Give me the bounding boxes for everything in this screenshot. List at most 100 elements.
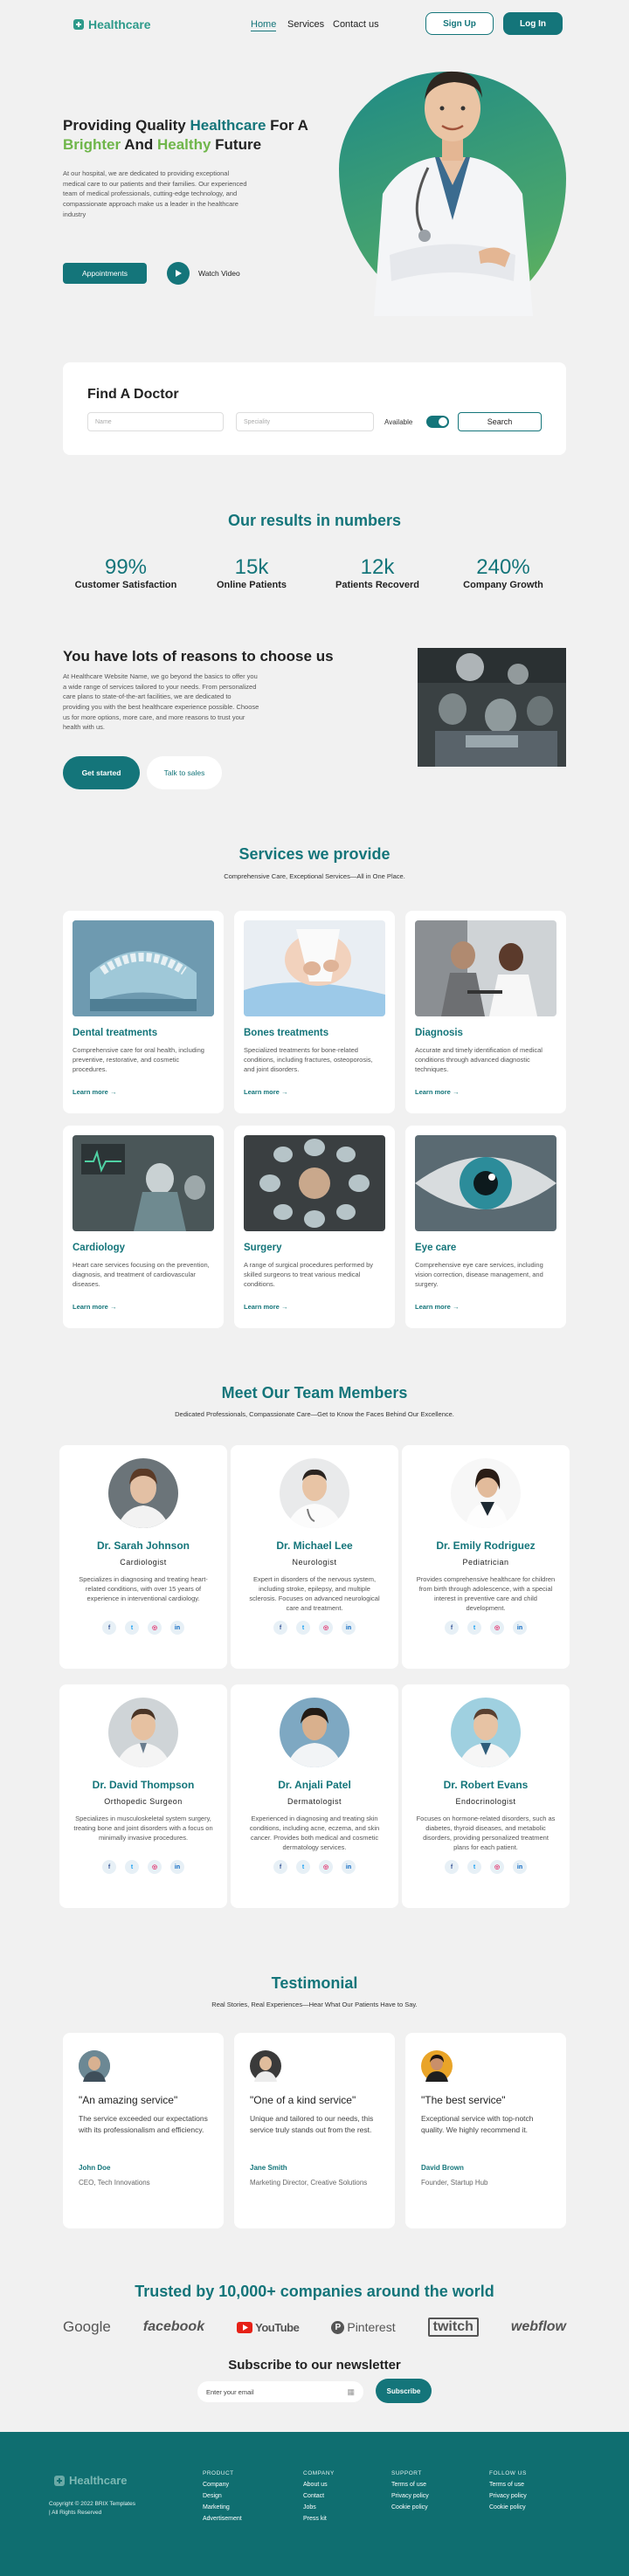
hero-title: Providing Quality Healthcare For A Brigh… (63, 117, 308, 154)
learn-more-link[interactable]: Learn more → (73, 1303, 214, 1311)
service-card-surgery[interactable]: Surgery A range of surgical procedures p… (234, 1126, 395, 1328)
avatar (421, 2050, 453, 2082)
linkedin-icon[interactable]: in (342, 1621, 356, 1635)
watch-video-button[interactable]: Watch Video (167, 262, 240, 285)
twitter-icon[interactable]: t (296, 1621, 310, 1635)
linkedin-icon[interactable]: in (170, 1860, 184, 1874)
footer-link[interactable]: Privacy policy (391, 2493, 429, 2499)
footer-link[interactable]: Terms of use (391, 2482, 429, 2488)
footer-link[interactable]: Terms of use (489, 2482, 527, 2488)
testimonial-name: John Doe (79, 2164, 111, 2172)
team-card-david-thompson: Dr. David Thompson Orthopedic Surgeon Sp… (59, 1684, 227, 1908)
service-card-diagnosis[interactable]: Diagnosis Accurate and timely identifica… (405, 911, 566, 1113)
newsletter-email-input[interactable]: Enter your email ▦ (197, 2381, 363, 2402)
instagram-icon[interactable]: ◎ (148, 1621, 162, 1635)
available-toggle[interactable] (426, 416, 449, 428)
twitter-icon[interactable]: t (125, 1621, 139, 1635)
testimonial-quote: "The best service" (421, 2094, 506, 2106)
footer-link[interactable]: Cookie policy (489, 2504, 527, 2511)
arrow-right-icon: → (109, 1088, 117, 1096)
team-card-emily-rodriguez: Dr. Emily Rodriguez Pediatrician Provide… (402, 1445, 570, 1669)
footer-logo[interactable]: Healthcare (54, 2474, 127, 2487)
linkedin-icon[interactable]: in (342, 1860, 356, 1874)
testimonial-card: "An amazing service" The service exceede… (63, 2033, 224, 2228)
doctor-name-input[interactable]: Name (87, 412, 224, 431)
service-card-dental[interactable]: Dental treatments Comprehensive care for… (63, 911, 224, 1113)
footer-link[interactable]: Jobs (303, 2504, 335, 2511)
learn-more-link[interactable]: Learn more → (415, 1303, 556, 1311)
footer-logo-icon (54, 2475, 65, 2486)
subscribe-button[interactable]: Subscribe (376, 2379, 432, 2403)
member-name: Dr. Anjali Patel (278, 1779, 351, 1791)
search-button[interactable]: Search (458, 412, 542, 431)
surgery-image (244, 1135, 385, 1231)
facebook-icon[interactable]: f (445, 1621, 459, 1635)
instagram-icon[interactable]: ◎ (319, 1860, 333, 1874)
member-role: Orthopedic Surgeon (104, 1797, 183, 1806)
cardiology-image (73, 1135, 214, 1231)
nav-contact[interactable]: Contact us (333, 19, 379, 30)
linkedin-icon[interactable]: in (513, 1621, 527, 1635)
testimonial-body: The service exceeded our expectations wi… (79, 2114, 208, 2134)
appointments-button[interactable]: Appointments (63, 263, 147, 284)
learn-more-link[interactable]: Learn more → (244, 1088, 385, 1096)
twitter-icon[interactable]: t (467, 1860, 481, 1874)
member-role: Neurologist (292, 1558, 337, 1567)
facebook-icon[interactable]: f (102, 1860, 116, 1874)
nav-home[interactable]: Home (251, 19, 277, 31)
service-card-bones[interactable]: Bones treatments Specialized treatments … (234, 911, 395, 1113)
learn-more-link[interactable]: Learn more → (73, 1088, 214, 1096)
footer-link[interactable]: Contact (303, 2493, 335, 2499)
instagram-icon[interactable]: ◎ (148, 1860, 162, 1874)
footer-link[interactable]: Privacy policy (489, 2493, 527, 2499)
linkedin-icon[interactable]: in (170, 1621, 184, 1635)
footer-link[interactable]: Company (203, 2482, 242, 2488)
service-title: Bones treatments (244, 1028, 329, 1038)
services-title: Services we provide (238, 845, 391, 863)
avatar (451, 1698, 521, 1767)
talk-to-sales-button[interactable]: Talk to sales (147, 756, 222, 789)
service-title: Surgery (244, 1243, 282, 1253)
facebook-icon[interactable]: f (445, 1860, 459, 1874)
webflow-logo: webflow (510, 2319, 566, 2334)
facebook-icon[interactable]: f (273, 1621, 287, 1635)
member-name: Dr. Sarah Johnson (96, 1539, 190, 1552)
twitter-icon[interactable]: t (467, 1621, 481, 1635)
footer-col-support: SUPPORT Terms of use Privacy policy Cook… (391, 2470, 429, 2511)
team-card-robert-evans: Dr. Robert Evans Endocrinologist Focuses… (402, 1684, 570, 1908)
logo[interactable]: Healthcare (73, 17, 151, 31)
footer-link[interactable]: Design (203, 2493, 242, 2499)
footer-link[interactable]: Marketing (203, 2504, 242, 2511)
testimonial-name: Jane Smith (250, 2164, 287, 2172)
find-doctor-card (63, 362, 566, 455)
services-subtitle: Comprehensive Care, Exceptional Services… (224, 872, 405, 880)
service-description: Comprehensive eye care services, includi… (415, 1261, 543, 1288)
service-card-cardiology[interactable]: Cardiology Heart care services focusing … (63, 1126, 224, 1328)
login-button[interactable]: Log In (503, 12, 563, 35)
twitter-icon[interactable]: t (296, 1860, 310, 1874)
footer-link[interactable]: Press kit (303, 2516, 335, 2522)
learn-more-link[interactable]: Learn more → (415, 1088, 556, 1096)
instagram-icon[interactable]: ◎ (490, 1621, 504, 1635)
arrow-right-icon: → (280, 1303, 288, 1311)
service-card-eye-care[interactable]: Eye care Comprehensive eye care services… (405, 1126, 566, 1328)
nav-services[interactable]: Services (287, 19, 324, 30)
get-started-button[interactable]: Get started (63, 756, 140, 789)
trusted-title: Trusted by 10,000+ companies around the … (135, 2283, 494, 2300)
service-description: A range of surgical procedures performed… (244, 1261, 373, 1288)
testimonial-role: Marketing Director, Creative Solutions (250, 2179, 368, 2187)
speciality-input[interactable]: Speciality (236, 412, 374, 431)
service-description: Accurate and timely identification of me… (415, 1046, 543, 1073)
facebook-icon[interactable]: f (102, 1621, 116, 1635)
twitter-icon[interactable]: t (125, 1860, 139, 1874)
linkedin-icon[interactable]: in (513, 1860, 527, 1874)
instagram-icon[interactable]: ◎ (319, 1621, 333, 1635)
facebook-icon[interactable]: f (273, 1860, 287, 1874)
footer-link[interactable]: Advertisement (203, 2516, 242, 2522)
footer-link[interactable]: About us (303, 2482, 335, 2488)
signup-button[interactable]: Sign Up (425, 12, 494, 35)
instagram-icon[interactable]: ◎ (490, 1860, 504, 1874)
avatar (280, 1458, 349, 1528)
footer-link[interactable]: Cookie policy (391, 2504, 429, 2511)
learn-more-link[interactable]: Learn more → (244, 1303, 385, 1311)
